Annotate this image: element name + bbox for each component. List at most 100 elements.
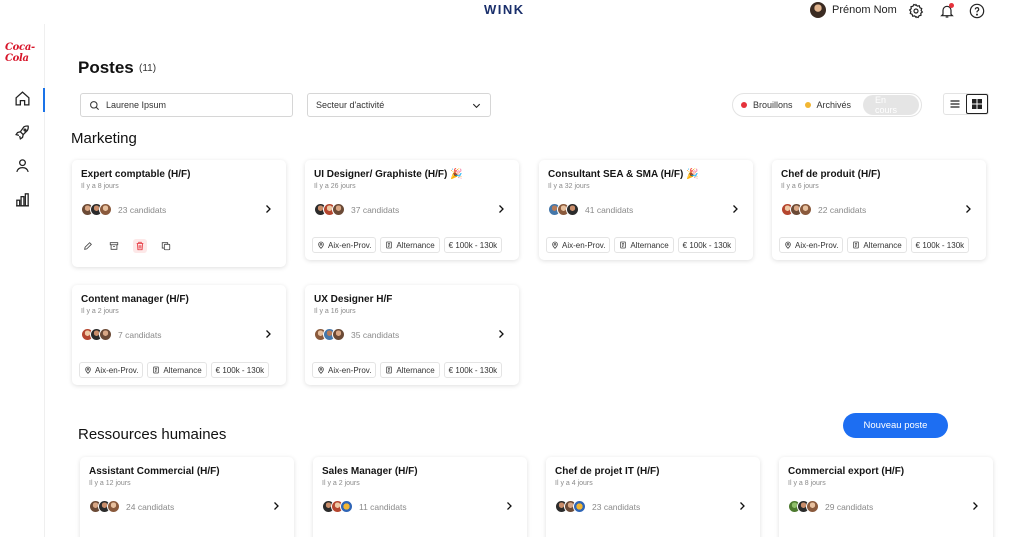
job-title: Chef de projet IT (H/F) — [555, 466, 659, 477]
job-age: Il y a 26 jours — [314, 183, 356, 190]
contract-tag: Alternance — [147, 362, 207, 378]
job-card[interactable]: Sales Manager (H/F) Il y a 2 jours 11 ca… — [313, 457, 527, 537]
job-age: Il y a 12 jours — [89, 480, 131, 487]
list-view-button[interactable] — [944, 94, 966, 114]
salary-tag: € 100k - 130k — [210, 362, 270, 378]
candidate-avatar — [566, 203, 579, 216]
notification-bell-icon[interactable] — [939, 3, 955, 19]
job-card[interactable]: Consultant SEA & SMA (H/F) 🎉 Il y a 32 jo… — [539, 160, 753, 260]
candidate-avatar — [99, 203, 112, 216]
delete-trash-icon[interactable] — [133, 239, 147, 253]
location-pin-icon — [85, 366, 91, 374]
job-card[interactable]: Assistant Commercial (H/F) Il y a 12 jou… — [80, 457, 294, 537]
edit-pencil-icon[interactable] — [81, 239, 95, 253]
candidate-count: 11 candidats — [359, 501, 407, 512]
candidates-summary: 22 candidats — [781, 203, 866, 216]
home-icon[interactable] — [14, 90, 31, 107]
chevron-right-icon[interactable] — [262, 328, 274, 340]
candidates-summary: 24 candidats — [89, 500, 174, 513]
candidate-count: 37 candidats — [351, 204, 400, 215]
job-age: Il y a 4 jours — [555, 480, 593, 487]
user-icon[interactable] — [14, 157, 31, 174]
filter-archived-label: Archivés — [816, 100, 852, 110]
chevron-right-icon[interactable] — [962, 203, 974, 215]
document-icon — [386, 366, 393, 374]
job-age: Il y a 8 jours — [788, 480, 826, 487]
job-card[interactable]: Chef de projet IT (H/F) Il y a 4 jours 2… — [546, 457, 760, 537]
location-text: Aix-en-Prov. — [328, 365, 372, 375]
candidate-count: 41 candidats — [585, 204, 634, 215]
chevron-right-icon[interactable] — [503, 500, 515, 512]
bar-chart-icon[interactable] — [14, 191, 31, 208]
settings-gear-icon[interactable] — [908, 3, 924, 19]
user-menu[interactable]: Prénom Nom — [810, 2, 897, 18]
candidates-summary: 23 candidats — [81, 203, 166, 216]
search-input[interactable] — [106, 100, 276, 110]
document-icon — [153, 366, 160, 374]
chevron-right-icon[interactable] — [736, 500, 748, 512]
rocket-icon[interactable] — [14, 124, 31, 141]
location-pin-icon — [785, 241, 791, 249]
party-emoji-icon: 🎉 — [450, 169, 463, 180]
chevron-right-icon[interactable] — [270, 500, 282, 512]
job-title: Content manager (H/F) — [81, 294, 189, 305]
grid-icon — [971, 99, 982, 109]
candidates-summary: 23 candidats — [555, 500, 640, 513]
job-title: Sales Manager (H/F) — [322, 466, 418, 477]
sector-select[interactable]: Secteur d'activité — [307, 93, 491, 117]
job-card[interactable]: UX Designer H/F Il y a 16 jours 35 candi… — [305, 285, 519, 385]
job-age: Il y a 2 jours — [81, 308, 119, 315]
job-card[interactable]: Chef de produit (H/F) Il y a 6 jours 22 … — [772, 160, 986, 260]
location-pin-icon — [318, 241, 324, 249]
candidate-count: 23 candidats — [592, 501, 641, 512]
duplicate-copy-icon[interactable] — [159, 239, 173, 253]
job-title: UI Designer/ Graphiste (H/F) 🎉 — [314, 169, 463, 180]
candidates-summary: 7 candidats — [81, 328, 161, 341]
chevron-right-icon[interactable] — [262, 203, 274, 215]
contract-tag: Alternance — [380, 237, 440, 253]
candidate-avatar — [99, 328, 112, 341]
salary-tag: € 100k - 130k — [677, 237, 737, 253]
job-title-text: UX Designer H/F — [314, 294, 393, 305]
candidates-summary: 37 candidats — [314, 203, 399, 216]
job-age: Il y a 8 jours — [81, 183, 119, 190]
archive-box-icon[interactable] — [107, 239, 121, 253]
location-tag: Aix-en-Prov. — [779, 237, 844, 253]
new-post-button[interactable]: Nouveau poste — [843, 413, 948, 438]
location-tag: Aix-en-Prov. — [79, 362, 144, 378]
document-icon — [853, 241, 860, 249]
contract-text: Alternance — [396, 240, 435, 250]
chevron-right-icon[interactable] — [969, 500, 981, 512]
grid-view-button[interactable] — [965, 94, 988, 114]
chevron-right-icon[interactable] — [729, 203, 741, 215]
chevron-right-icon[interactable] — [495, 328, 507, 340]
avatar — [810, 2, 826, 18]
document-icon — [386, 241, 393, 249]
user-name: Prénom Nom — [832, 4, 897, 16]
job-title: UX Designer H/F — [314, 294, 392, 305]
job-card[interactable]: Expert comptable (H/F) Il y a 8 jours 23… — [72, 160, 286, 267]
help-question-icon[interactable] — [969, 3, 985, 19]
candidate-avatar — [332, 328, 345, 341]
job-tags: Aix-en-Prov. Alternance € 100k - 130k — [312, 237, 503, 253]
job-card[interactable]: Content manager (H/F) Il y a 2 jours 7 c… — [72, 285, 286, 385]
filter-draft[interactable]: Brouillons — [741, 100, 793, 110]
candidates-summary: 41 candidats — [548, 203, 633, 216]
job-age: Il y a 6 jours — [781, 183, 819, 190]
candidate-count: 24 candidats — [126, 501, 175, 512]
company-logo: Coca-Cola — [5, 42, 35, 64]
chevron-right-icon[interactable] — [495, 203, 507, 215]
search-box[interactable] — [80, 93, 293, 117]
sector-select-label: Secteur d'activité — [316, 100, 385, 110]
job-title: Consultant SEA & SMA (H/F) 🎉 — [548, 169, 699, 180]
job-title-text: Assistant Commercial (H/F) — [89, 466, 220, 477]
candidate-avatar — [806, 500, 819, 513]
candidate-count: 35 candidats — [351, 329, 400, 340]
candidates-summary: 35 candidats — [314, 328, 399, 341]
candidates-summary: 29 candidats — [788, 500, 873, 513]
job-card[interactable]: Commercial export (H/F) Il y a 8 jours 2… — [779, 457, 993, 537]
filter-archived[interactable]: Archivés — [804, 100, 852, 110]
location-text: Aix-en-Prov. — [562, 240, 606, 250]
job-card[interactable]: UI Designer/ Graphiste (H/F) 🎉 Il y a 26 … — [305, 160, 519, 260]
filter-in-progress[interactable]: En cours — [863, 95, 919, 115]
